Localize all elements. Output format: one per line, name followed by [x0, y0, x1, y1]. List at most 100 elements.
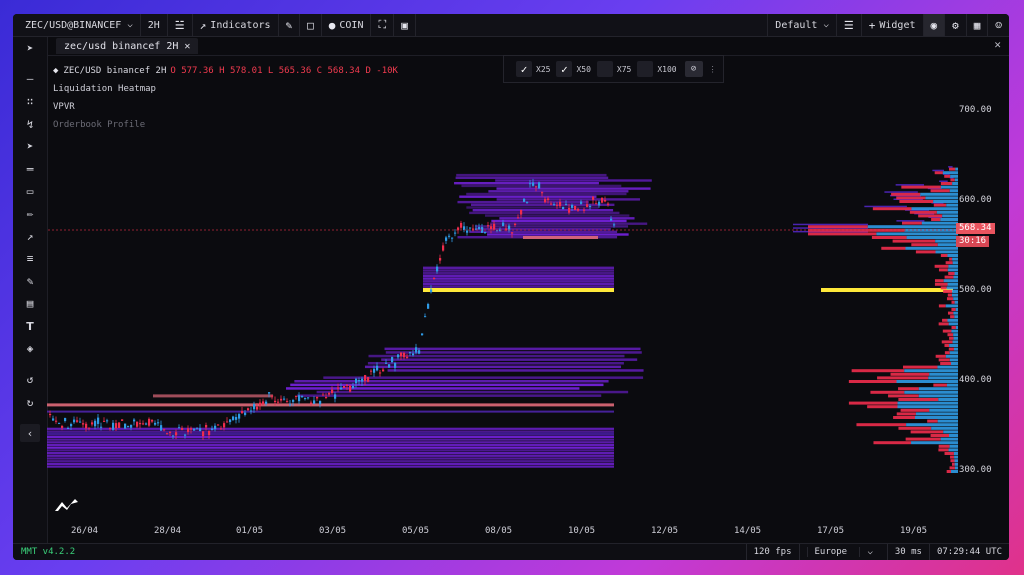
- profile-bar-sell: [951, 462, 955, 466]
- legend-indicator-heatmap[interactable]: Liquidation Heatmap: [53, 80, 398, 98]
- candle-body: [322, 394, 325, 396]
- list-button[interactable]: ☰: [835, 14, 861, 36]
- path-tool[interactable]: ↯: [20, 115, 40, 133]
- profile-bar-buy: [954, 455, 958, 459]
- checkbox-x100[interactable]: [637, 61, 654, 77]
- draw-button[interactable]: ✎: [279, 14, 301, 36]
- heatmap-band: [474, 227, 611, 231]
- x-tick: 03/05: [319, 526, 347, 536]
- layout-selector[interactable]: Default ⌵: [767, 14, 836, 36]
- redo-button[interactable]: ↻: [20, 393, 40, 411]
- candle-body: [256, 406, 259, 410]
- text-tool[interactable]: T: [20, 317, 40, 335]
- coin-button[interactable]: ● COIN: [322, 14, 372, 36]
- close-tab-icon[interactable]: ✕: [184, 41, 190, 52]
- profile-bar-buy: [937, 243, 958, 247]
- save-button[interactable]: ▣: [394, 14, 416, 36]
- profile-bar-sell: [915, 250, 936, 254]
- legend-indicator-orderbook[interactable]: Orderbook Profile: [53, 116, 398, 134]
- chart-tool[interactable]: ↗: [20, 227, 40, 245]
- parallel-tool[interactable]: ═: [20, 160, 40, 178]
- robot-button[interactable]: ▦: [965, 14, 988, 36]
- candle-body: [145, 423, 148, 425]
- candle-body: [613, 224, 616, 226]
- heatmap-band: [153, 394, 273, 398]
- settings-button[interactable]: ⚙: [944, 14, 966, 36]
- heatmap-band: [457, 200, 589, 204]
- bar-countdown-tag: 30:16: [956, 236, 990, 247]
- profile-bar-sell: [898, 398, 939, 401]
- candle-body: [130, 424, 133, 428]
- add-widget-button[interactable]: + Widget: [860, 14, 923, 36]
- profile-bar-buy: [937, 419, 958, 423]
- coin-icon: ●: [328, 18, 336, 32]
- brush-tool[interactable]: ✏: [20, 204, 40, 222]
- indicators-button[interactable]: ↗ Indicators: [193, 14, 279, 36]
- profile-bar-buy: [954, 462, 958, 466]
- profile-bar-sell: [891, 192, 921, 196]
- profile-bar-sell: [946, 297, 954, 301]
- indicators-label: Indicators: [210, 19, 271, 31]
- profile-bar-buy: [952, 261, 958, 265]
- candle-body: [508, 225, 511, 231]
- rect-tool[interactable]: ▭: [20, 182, 40, 200]
- fullscreen-icon: ⛶: [378, 18, 387, 31]
- folder-button[interactable]: □: [300, 14, 322, 36]
- profile-bar-sell: [934, 264, 949, 268]
- hide-eye-icon[interactable]: ⊘: [684, 61, 703, 77]
- list-icon: ☰: [843, 18, 854, 32]
- region-selector[interactable]: Europe ⌵: [798, 544, 887, 560]
- drag-handle-icon[interactable]: ⋮: [709, 65, 717, 74]
- profile-bar-sell: [948, 347, 954, 351]
- collapse-sidebar-button[interactable]: ‹: [20, 424, 40, 442]
- timeframe-selector[interactable]: 2H: [141, 14, 168, 36]
- profile-bar-sell: [948, 167, 956, 171]
- candle-body: [445, 237, 448, 241]
- undo-button[interactable]: ↺: [20, 370, 40, 388]
- profile-bar-ob: [890, 194, 921, 197]
- profile-bar-sell: [893, 416, 916, 419]
- volume-tool[interactable]: ▤: [20, 294, 40, 312]
- heatmap-band: [47, 441, 614, 444]
- chart-tab[interactable]: zec/usd binancef 2H ✕: [56, 38, 199, 54]
- line-tool[interactable]: —: [20, 69, 40, 87]
- profile-bar-buy: [925, 196, 958, 200]
- heatmap-band: [423, 288, 614, 292]
- checkbox-x25[interactable]: ✓: [516, 61, 532, 77]
- screenshot-button[interactable]: ◉: [922, 14, 945, 36]
- profile-bar-buy: [920, 192, 958, 196]
- candle-body: [340, 387, 343, 390]
- profile-bar-sell: [931, 218, 941, 221]
- parallel-icon: ═: [26, 162, 34, 176]
- candle-body: [205, 425, 208, 428]
- candle-body: [523, 198, 526, 202]
- profile-bar-sell: [909, 210, 937, 214]
- heatmap-band: [469, 230, 618, 233]
- profile-bar-buy: [935, 250, 958, 254]
- cursor-tool[interactable]: ➤: [20, 39, 40, 57]
- candle-body: [85, 423, 88, 429]
- fullscreen-button[interactable]: ⛶: [371, 14, 395, 36]
- layers-tool[interactable]: ◈: [20, 339, 40, 357]
- arrow-tool[interactable]: ➤: [20, 137, 40, 155]
- legend-indicator-vpvr[interactable]: VPVR: [53, 98, 398, 116]
- profile-bar-buy: [928, 376, 958, 380]
- checkbox-x50[interactable]: ✓: [556, 61, 573, 77]
- chart-type-button[interactable]: ☱: [168, 14, 193, 36]
- save-icon: ▣: [401, 18, 408, 32]
- nodes-tool[interactable]: ∷: [20, 92, 40, 110]
- profile-bar-buy: [953, 297, 958, 301]
- ruler-tool[interactable]: ✎: [20, 272, 40, 290]
- fib-tool[interactable]: ≡: [20, 249, 40, 267]
- symbol-selector[interactable]: ZEC/USD@BINANCEF ⌵: [13, 14, 141, 36]
- account-button[interactable]: ☺: [987, 14, 1009, 36]
- candle-body: [496, 230, 499, 232]
- heatmap-band: [367, 362, 624, 365]
- profile-bar-sell: [808, 228, 905, 232]
- heatmap-band: [474, 225, 629, 228]
- candle-body: [319, 400, 322, 405]
- checkbox-x75[interactable]: [596, 61, 613, 77]
- profile-bar-sell: [949, 466, 955, 470]
- close-panel-icon[interactable]: ✕: [994, 38, 1001, 51]
- candle-body: [472, 228, 475, 231]
